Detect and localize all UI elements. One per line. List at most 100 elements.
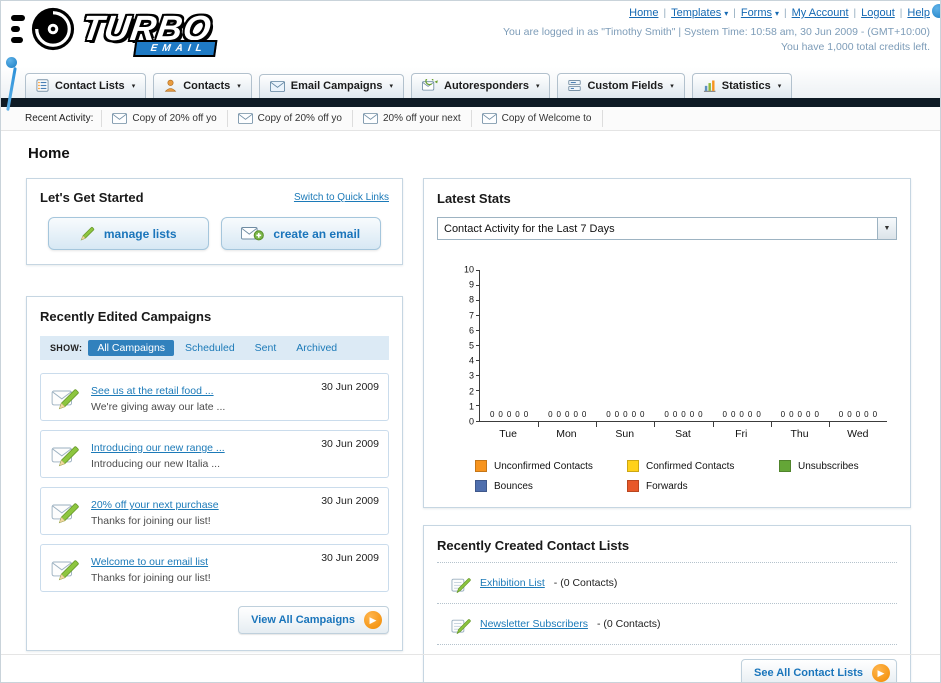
bar-value: 0 bbox=[523, 410, 529, 419]
recently-edited-campaigns-panel: Recently Edited Campaigns SHOW: All Camp… bbox=[26, 296, 403, 651]
campaign-title-link[interactable]: See us at the retail food ... bbox=[91, 385, 214, 397]
envelope-pencil-icon bbox=[50, 438, 82, 470]
top-nav-link-templates[interactable]: Templates bbox=[671, 7, 721, 19]
top-nav-link-home[interactable]: Home bbox=[629, 7, 658, 19]
campaigns-filters: All Campaigns Scheduled Sent Archived bbox=[88, 340, 346, 356]
campaign-description: Introducing our new Italia ... bbox=[91, 458, 220, 470]
campaign-title-link[interactable]: 20% off your next purchase bbox=[91, 499, 219, 511]
contact-lists-list: Exhibition List - (0 Contacts) Newsletter … bbox=[437, 562, 897, 645]
y-axis-label: 8 bbox=[468, 294, 474, 305]
campaign-item[interactable]: Introducing our new range ... Introducing… bbox=[40, 430, 389, 478]
campaign-title-link[interactable]: Welcome to our email list bbox=[91, 556, 208, 568]
campaign-item-text: See us at the retail food ... We're givin… bbox=[91, 381, 312, 413]
envelope-icon bbox=[481, 113, 497, 124]
see-all-contact-lists-button[interactable]: See All Contact Lists ▶ bbox=[740, 659, 897, 682]
contact-lists-panel-title: Recently Created Contact Lists bbox=[437, 538, 630, 553]
stats-period-select[interactable]: Contact Activity for the Last 7 Days ▼ bbox=[437, 217, 897, 240]
arrow-right-icon: ▶ bbox=[364, 611, 382, 629]
show-label: SHOW: bbox=[50, 343, 83, 353]
bar-value: 0 bbox=[806, 410, 811, 419]
contact-list-item[interactable]: Exhibition List - (0 Contacts) bbox=[437, 570, 897, 596]
footer-divider bbox=[1, 654, 940, 655]
dotted-divider bbox=[437, 644, 897, 645]
top-nav-link-help[interactable]: Help bbox=[907, 7, 930, 19]
view-all-campaigns-button[interactable]: View All Campaigns ▶ bbox=[238, 606, 389, 634]
dotted-divider bbox=[437, 603, 897, 604]
create-email-button[interactable]: create an email bbox=[220, 217, 381, 250]
campaign-date: 30 Jun 2009 bbox=[321, 381, 379, 393]
tab-contact-lists[interactable]: Contact Lists ▾ bbox=[25, 73, 147, 98]
campaigns-filter-archived[interactable]: Archived bbox=[287, 340, 346, 356]
campaigns-filter-scheduled[interactable]: Scheduled bbox=[176, 340, 244, 356]
create-email-label: create an email bbox=[273, 226, 361, 241]
legend-swatch bbox=[779, 460, 791, 472]
x-axis-tick bbox=[712, 422, 714, 427]
tab-label: Contact Lists bbox=[55, 79, 125, 92]
campaigns-filter-bar: SHOW: All Campaigns Scheduled Sent Archived bbox=[40, 336, 389, 360]
top-nav-link-my-account[interactable]: My Account bbox=[792, 7, 849, 19]
tab-email-campaigns[interactable]: Email Campaigns ▾ bbox=[258, 74, 404, 98]
recent-activity-item[interactable]: Copy of Welcome to bbox=[470, 110, 603, 127]
legend-swatch bbox=[627, 460, 639, 472]
campaign-description: We're giving away our late ... bbox=[91, 401, 226, 413]
bar-value: 0 bbox=[855, 410, 861, 419]
chevron-down-icon: ▾ bbox=[724, 8, 729, 18]
recent-activity-item[interactable]: 20% off your next bbox=[351, 110, 471, 127]
bar-value: 0 bbox=[548, 410, 553, 419]
y-axis-label: 6 bbox=[468, 325, 474, 336]
decoration-dot-right bbox=[932, 4, 940, 18]
campaign-item[interactable]: See us at the retail food ... We're givin… bbox=[40, 373, 389, 421]
top-nav: Home | Templates ▾ | Forms ▾ | My Account | Logout… bbox=[503, 7, 930, 19]
legend-item-confirmed-contacts: Confirmed Contacts bbox=[627, 460, 779, 472]
y-axis-tick bbox=[476, 329, 480, 331]
pencil-card-icon bbox=[451, 614, 471, 634]
campaign-item-text: Welcome to our email list Thanks for join… bbox=[91, 552, 312, 584]
contact-list-item[interactable]: Newsletter Subscribers - (0 Contacts) bbox=[437, 611, 897, 637]
x-axis-label: Wed bbox=[847, 428, 869, 440]
campaigns-filter-sent[interactable]: Sent bbox=[246, 340, 286, 356]
x-axis-label: Sat bbox=[675, 428, 691, 440]
y-axis-tick bbox=[476, 360, 480, 362]
campaign-title-link[interactable]: Introducing our new range ... bbox=[91, 442, 225, 454]
email-campaigns-icon bbox=[269, 80, 285, 92]
y-axis-label: 2 bbox=[468, 386, 474, 397]
recent-activity-bar: Recent Activity: Copy of 20% off yo Copy … bbox=[1, 107, 940, 131]
x-axis-tick bbox=[538, 422, 540, 427]
tab-contacts[interactable]: Contacts ▾ bbox=[153, 73, 252, 98]
y-axis-tick bbox=[476, 375, 480, 377]
contact-list-link[interactable]: Exhibition List bbox=[480, 577, 545, 589]
legend-label: Bounces bbox=[494, 480, 533, 492]
autoresponders-icon bbox=[422, 79, 438, 92]
nav-separator: | bbox=[784, 7, 787, 19]
x-axis-tick bbox=[654, 422, 656, 427]
nav-separator: | bbox=[853, 7, 857, 19]
envelope-pencil-icon bbox=[50, 552, 82, 584]
recent-activity-item[interactable]: Copy of 20% off yo bbox=[101, 110, 226, 127]
contact-list-link[interactable]: Newsletter Subscribers bbox=[480, 618, 588, 630]
chevron-down-icon: ▾ bbox=[131, 82, 136, 90]
y-axis-tick bbox=[476, 314, 480, 316]
campaigns-filter-all-campaigns[interactable]: All Campaigns bbox=[88, 340, 175, 356]
tab-statistics[interactable]: Statistics ▾ bbox=[691, 73, 793, 98]
bar-value: 0 bbox=[847, 410, 852, 419]
tab-custom-fields[interactable]: Custom Fields ▾ bbox=[557, 73, 685, 98]
manage-lists-button[interactable]: manage lists bbox=[48, 217, 209, 250]
top-nav-link-logout[interactable]: Logout bbox=[861, 7, 895, 19]
x-axis-tick bbox=[828, 422, 830, 427]
logo-email-text: EMAIL bbox=[133, 40, 218, 57]
turbo-email-logo[interactable]: TURBO EMAIL bbox=[11, 6, 218, 57]
bar-group: 00000 bbox=[771, 411, 829, 419]
bar-value: 0 bbox=[789, 410, 794, 419]
legend-item-unsubscribes: Unsubscribes bbox=[779, 460, 931, 472]
campaign-item[interactable]: Welcome to our email list Thanks for join… bbox=[40, 544, 389, 592]
bar-value: 0 bbox=[640, 410, 645, 419]
top-nav-link-forms[interactable]: Forms bbox=[741, 7, 772, 19]
recent-activity-item[interactable]: Copy of 20% off yo bbox=[226, 110, 352, 127]
envelope-icon bbox=[362, 113, 378, 124]
tab-autoresponders[interactable]: Autoresponders ▾ bbox=[411, 73, 551, 98]
campaign-item[interactable]: 20% off your next purchase Thanks for joi… bbox=[40, 487, 389, 535]
contact-list-meta: - (0 Contacts) bbox=[596, 618, 661, 630]
contact-lists-icon bbox=[36, 79, 49, 92]
switch-to-quick-links-link[interactable]: Switch to Quick Links bbox=[294, 192, 389, 203]
bar-value: 0 bbox=[515, 410, 520, 419]
